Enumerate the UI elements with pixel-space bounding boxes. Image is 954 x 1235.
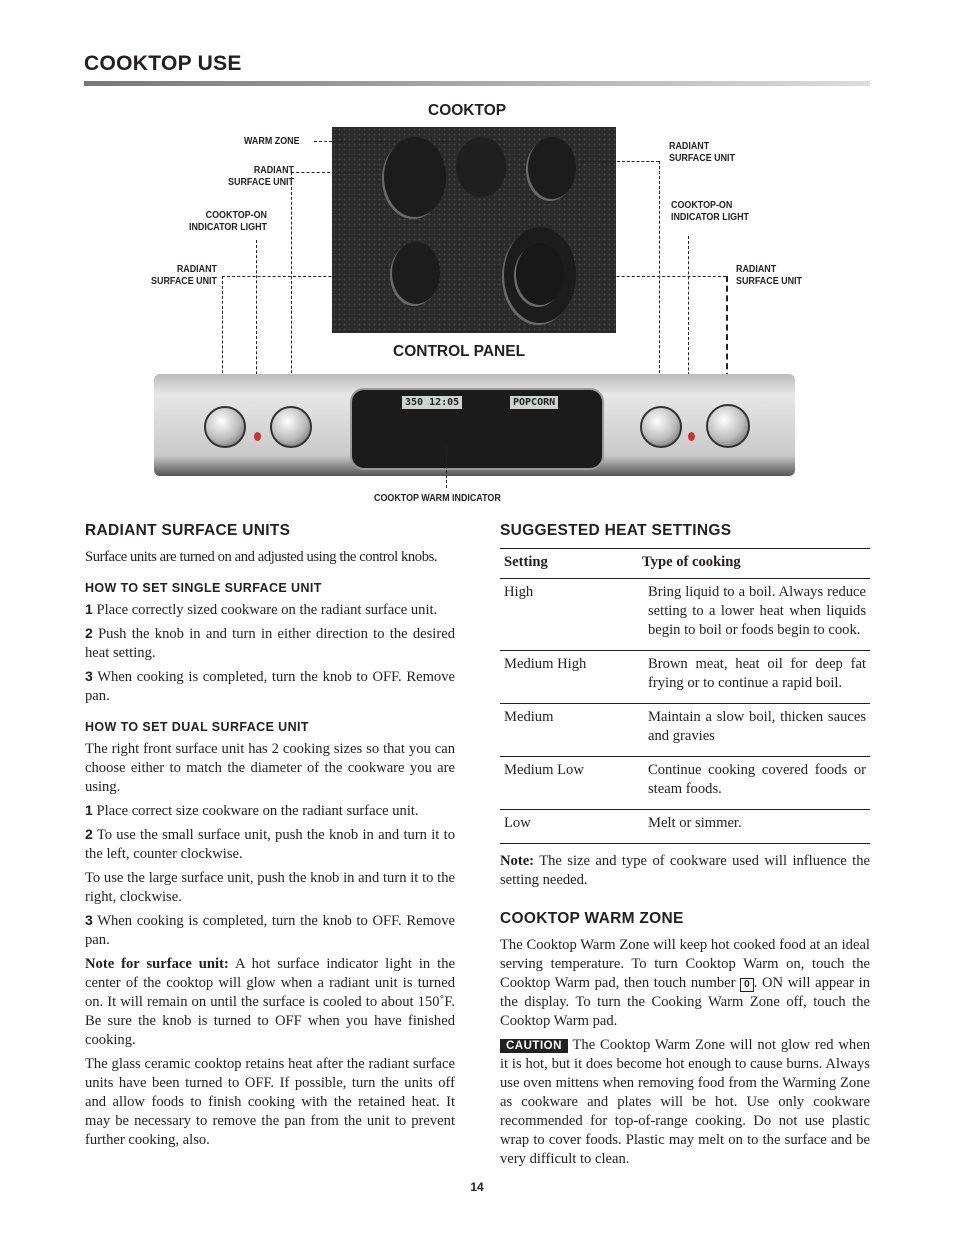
page-number: 14	[470, 1180, 484, 1194]
cooktop-on-indicator-light-right	[688, 432, 695, 441]
label-radiant-right-top: RADIANT SURFACE UNIT	[669, 140, 735, 164]
label-radiant-right-bottom: RADIANT SURFACE UNIT	[736, 263, 802, 287]
cooktop-on-indicator-light-left	[254, 432, 261, 441]
label-indicator-right: COOKTOP-ON INDICATOR LIGHT	[671, 199, 750, 223]
paragraph: Surface units are turned on and adjusted…	[85, 549, 438, 565]
right-front-dual-knob	[706, 404, 750, 448]
section-heading: SUGGESTED HEAT SETTINGS	[500, 522, 732, 539]
cooking-type-cell: Continue cooking covered foods or steam …	[638, 756, 870, 810]
cooking-type-cell: Melt or simmer.	[638, 809, 870, 844]
section-heading: RADIANT SURFACE UNITS	[85, 522, 291, 539]
step: 3 When cooking is completed, turn the kn…	[85, 912, 455, 948]
step: 2 To use the small surface unit, push th…	[85, 826, 455, 862]
control-panel-title: CONTROL PANEL	[393, 343, 526, 360]
subheading: HOW TO SET SINGLE SURFACE UNIT	[85, 581, 322, 595]
setting-cell: Medium	[500, 703, 638, 757]
label-warm-zone: WARM ZONE	[244, 135, 300, 147]
subheading: HOW TO SET DUAL SURFACE UNIT	[85, 720, 309, 734]
number-0-key: 0	[740, 978, 754, 992]
setting-cell: Low	[500, 809, 638, 844]
title-rule	[84, 81, 870, 86]
oven-display: 350 12:05	[402, 396, 463, 409]
cooking-type-cell: Maintain a slow boil, thicken sauces and…	[638, 703, 870, 757]
paragraph: The glass ceramic cooktop retains heat a…	[85, 1056, 455, 1148]
left-front-knob	[270, 406, 312, 448]
suggested-heat-settings-section: SUGGESTED HEAT SETTINGS Setting Type of c…	[500, 522, 870, 1174]
page-title: COOKTOP USE	[84, 52, 242, 75]
left-rear-knob	[204, 406, 246, 448]
cooking-type-cell: Brown meat, heat oil for deep fat frying…	[638, 650, 870, 704]
radiant-surface-units-section: RADIANT SURFACE UNITS Surface units are …	[85, 522, 455, 1155]
cooktop-surface-illustration	[332, 127, 616, 333]
paragraph: The right front surface unit has 2 cooki…	[85, 741, 455, 795]
left-rear-burner	[384, 137, 446, 217]
paragraph: To use the large surface unit, push the …	[85, 870, 455, 905]
caution-badge: CAUTION	[500, 1039, 568, 1053]
right-rear-knob	[640, 406, 682, 448]
note: Note for surface unit: A hot surface ind…	[85, 956, 455, 1048]
paragraph: The Cooktop Warm Zone will keep hot cook…	[500, 937, 870, 1029]
control-panel-illustration: 350 12:05 POPCORN	[154, 374, 795, 476]
table-row: Medium Low Continue cooking covered foods…	[500, 756, 870, 810]
step: 1 Place correct size cookware on the rad…	[85, 802, 419, 819]
heat-settings-table: Setting Type of cooking High Bring liquid …	[500, 548, 870, 844]
table-row: High Bring liquid to a boil. Always reduc…	[500, 578, 870, 651]
microwave-display: POPCORN	[510, 396, 559, 409]
caution-paragraph: CAUTION The Cooktop Warm Zone will not g…	[500, 1037, 871, 1167]
section-heading: COOKTOP WARM ZONE	[500, 910, 684, 927]
step: 3 When cooking is completed, turn the kn…	[85, 668, 455, 704]
setting-cell: Medium Low	[500, 756, 638, 810]
label-radiant-left-top: RADIANT SURFACE UNIT	[228, 164, 294, 188]
label-indicator-left: COOKTOP-ON INDICATOR LIGHT	[188, 209, 267, 233]
manual-page: COOKTOP USE COOKTOP WARM ZONE RADIANT SUR…	[0, 0, 954, 1235]
label-radiant-left-bottom: RADIANT SURFACE UNIT	[151, 263, 217, 287]
right-front-dual-burner	[504, 227, 576, 323]
note: Note: The size and type of cookware used…	[500, 853, 870, 888]
warm-zone-burner	[456, 137, 506, 197]
right-rear-burner	[528, 137, 576, 199]
setting-cell: High	[500, 578, 638, 651]
step: 2 Push the knob in and turn in either di…	[85, 625, 455, 661]
left-front-burner	[392, 242, 440, 304]
cooking-type-cell: Bring liquid to a boil. Always reduce se…	[638, 578, 870, 651]
table-row: Low Melt or simmer.	[500, 809, 870, 844]
step: 1 Place correctly sized cookware on the …	[85, 601, 438, 618]
setting-cell: Medium High	[500, 650, 638, 704]
cooktop-title: COOKTOP	[428, 102, 507, 119]
label-warm-indicator: COOKTOP WARM INDICATOR	[374, 492, 501, 504]
dual-burner-inner	[516, 243, 564, 305]
oven-control-pad: 350 12:05 POPCORN	[350, 388, 604, 470]
table-row: Medium Maintain a slow boil, thicken sauc…	[500, 703, 870, 757]
table-row: Medium High Brown meat, heat oil for deep…	[500, 650, 870, 704]
